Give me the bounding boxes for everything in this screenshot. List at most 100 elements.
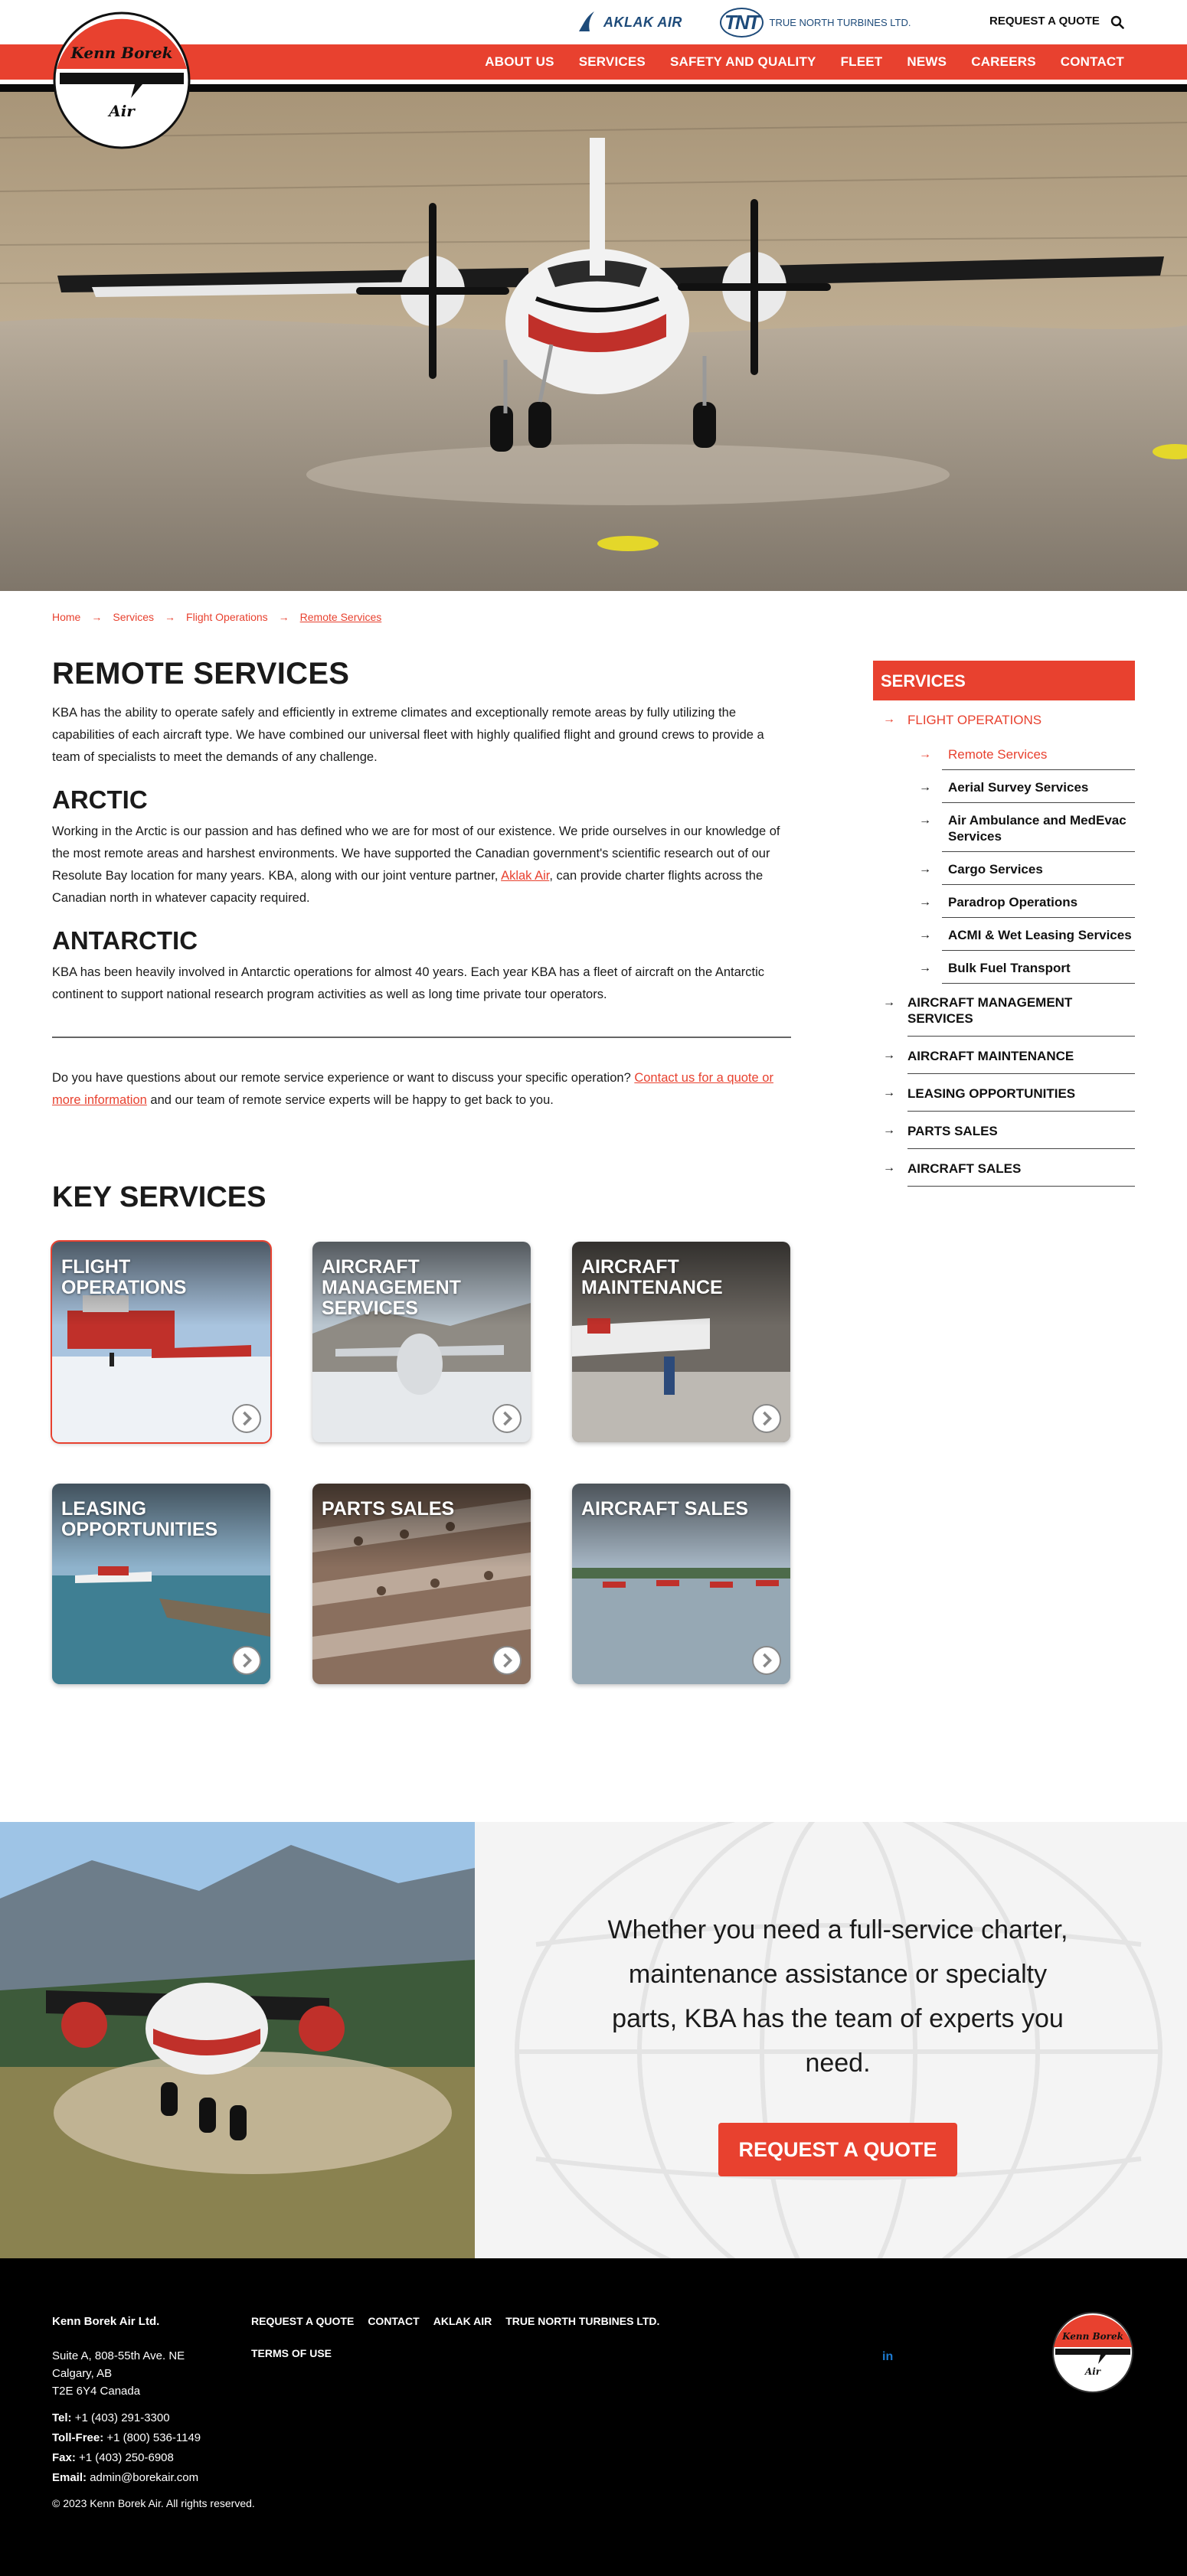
card-aircraft-maintenance[interactable]: AIRCRAFT MAINTENANCE (572, 1242, 790, 1442)
sidebar-item-label: LEASING OPPORTUNITIES (907, 1086, 1076, 1101)
sidebar-item-aircraft-maintenance[interactable]: → AIRCRAFT MAINTENANCE (883, 1037, 1135, 1074)
chevron-right-icon[interactable] (752, 1404, 781, 1433)
nav-careers[interactable]: CAREERS (971, 54, 1036, 70)
tel-link[interactable]: +1 (403) 291-3300 (75, 2411, 170, 2424)
card-shade (312, 1484, 531, 1568)
arctic-heading: ARCTIC (52, 785, 148, 814)
request-quote-link[interactable]: REQUEST A QUOTE (989, 15, 1100, 28)
address-line: T2E 6Y4 Canada (52, 2385, 141, 2398)
cta-section: Whether you need a full-service charter,… (0, 1822, 1187, 2258)
linkedin-icon[interactable]: in (882, 2350, 893, 2364)
aklak-air-label: AKLAK AIR (603, 14, 682, 30)
sidebar-item-label: ACMI & Wet Leasing Services (948, 928, 1132, 942)
card-aircraft-sales[interactable]: AIRCRAFT SALES (572, 1484, 790, 1684)
request-quote-button[interactable]: REQUEST A QUOTE (718, 2123, 957, 2176)
true-north-turbines-label: TRUE NORTH TURBINES LTD. (769, 16, 911, 28)
tollfree-label: Toll-Free: (52, 2431, 104, 2444)
footer-link-contact[interactable]: CONTACT (368, 2315, 419, 2327)
sidebar-item-air-ambulance[interactable]: → Air Ambulance and MedEvac Services (919, 803, 1135, 852)
breadcrumb: Home → Services → Flight Operations → Re… (52, 611, 381, 623)
card-parts-sales[interactable]: PARTS SALES (312, 1484, 531, 1684)
arrow-icon: → (919, 863, 931, 876)
sidebar-item-label: Aerial Survey Services (948, 780, 1089, 795)
sidebar-item-leasing[interactable]: → LEASING OPPORTUNITIES (883, 1074, 1135, 1112)
arrow-icon: → (919, 962, 931, 975)
sidebar-item-label: Bulk Fuel Transport (948, 961, 1071, 975)
aklak-air-inline-link[interactable]: Aklak Air (501, 869, 549, 883)
breadcrumb-services[interactable]: Services (113, 611, 154, 623)
email-link[interactable]: admin@borekair.com (90, 2471, 198, 2484)
sidebar-item-aerial-survey[interactable]: → Aerial Survey Services (919, 770, 1135, 803)
arrow-icon: → (919, 814, 931, 827)
sidebar-item-remote-services[interactable]: → Remote Services (919, 737, 1135, 770)
arrow-icon: → (883, 1161, 895, 1174)
footer-copyright: © 2023 Kenn Borek Air. All rights reserv… (52, 2497, 255, 2509)
intro-paragraph: KBA has the ability to operate safely an… (52, 706, 764, 764)
logo-text-air: Air (107, 102, 136, 120)
arrow-icon: → (919, 781, 931, 794)
nav-news[interactable]: NEWS (907, 54, 947, 70)
page-title: REMOTE SERVICES (52, 657, 350, 691)
card-aircraft-management[interactable]: AIRCRAFT MANAGEMENT SERVICES (312, 1242, 531, 1442)
nav-services[interactable]: SERVICES (579, 54, 646, 70)
footer-link-aklak-air[interactable]: AKLAK AIR (433, 2315, 492, 2327)
sidebar-item-label: Air Ambulance and MedEvac Services (948, 813, 1127, 844)
sidebar-item-paradrop[interactable]: → Paradrop Operations (919, 885, 1135, 918)
sidebar-item-parts-sales[interactable]: → PARTS SALES (883, 1112, 1135, 1149)
chevron-right-icon[interactable] (752, 1646, 781, 1675)
chevron-right-icon[interactable] (492, 1404, 522, 1433)
arrow-icon: → (883, 996, 895, 1009)
footer-fax: Fax: +1 (403) 250-6908 (52, 2448, 201, 2468)
footer-link-true-north-turbines[interactable]: TRUE NORTH TURBINES LTD. (505, 2315, 659, 2327)
arrow-icon: → (883, 1124, 895, 1137)
sidebar-item-aircraft-management[interactable]: → AIRCRAFT MANAGEMENT SERVICES (883, 984, 1135, 1037)
search-icon[interactable] (1110, 15, 1124, 29)
breadcrumb-home[interactable]: Home (52, 611, 80, 623)
footer-tel: Tel: +1 (403) 291-3300 (52, 2408, 201, 2428)
footer-logo[interactable]: Kenn Borek Air (1051, 2310, 1135, 2395)
footer-link-terms[interactable]: TERMS OF USE (251, 2347, 332, 2359)
true-north-turbines-link[interactable]: TNT TRUE NORTH TURBINES LTD. (720, 6, 911, 38)
email-label: Email: (52, 2471, 87, 2484)
chevron-right-icon[interactable] (232, 1646, 261, 1675)
sidebar-item-label: Cargo Services (948, 862, 1043, 877)
tollfree-link[interactable]: +1 (800) 536-1149 (106, 2431, 201, 2444)
card-shade (572, 1484, 790, 1568)
card-leasing-opportunities[interactable]: LEASING OPPORTUNITIES (52, 1484, 270, 1684)
footer-link-request-quote[interactable]: REQUEST A QUOTE (251, 2315, 354, 2327)
site-logo[interactable]: Kenn Borek Air (51, 8, 193, 153)
breadcrumb-remote-services[interactable]: Remote Services (300, 611, 382, 623)
footer-logo-text-kenn-borek: Kenn Borek (1061, 2331, 1123, 2342)
sidebar-item-label: AIRCRAFT SALES (907, 1161, 1022, 1176)
sidebar-item-flight-operations[interactable]: → FLIGHT OPERATIONS (883, 700, 1135, 737)
footer-email: Email: admin@borekair.com (52, 2468, 201, 2488)
sidebar-item-aircraft-sales[interactable]: → AIRCRAFT SALES (883, 1149, 1135, 1187)
nav-contact[interactable]: CONTACT (1061, 54, 1124, 70)
arrow-icon: → (919, 929, 931, 942)
sidebar-item-cargo[interactable]: → Cargo Services (919, 852, 1135, 885)
sidebar-item-bulk-fuel[interactable]: → Bulk Fuel Transport (919, 951, 1135, 984)
cta-message: Whether you need a full-service charter,… (607, 1915, 1068, 2078)
divider (52, 1037, 791, 1038)
card-flight-operations[interactable]: FLIGHT OPERATIONS (51, 1240, 272, 1444)
arrow-icon: → (883, 713, 895, 726)
arrow-icon: → (883, 1086, 895, 1099)
contact-paragraph: Do you have questions about our remote s… (52, 1067, 791, 1112)
nav-fleet[interactable]: FLEET (841, 54, 883, 70)
breadcrumb-arrow-icon: → (165, 611, 176, 623)
antarctic-paragraph: KBA has been heavily involved in Antarct… (52, 965, 765, 1001)
nav-about-us[interactable]: ABOUT US (485, 54, 554, 70)
card-label: LEASING OPPORTUNITIES (61, 1498, 218, 1540)
sidebar-heading[interactable]: SERVICES (873, 661, 1135, 700)
contact-text-end: and our team of remote service experts w… (146, 1093, 554, 1107)
footer-company-name: Kenn Borek Air Ltd. (52, 2315, 160, 2328)
nav-safety-and-quality[interactable]: SAFETY AND QUALITY (670, 54, 816, 70)
footer-tollfree: Toll-Free: +1 (800) 536-1149 (52, 2428, 201, 2448)
breadcrumb-flight-operations[interactable]: Flight Operations (186, 611, 268, 623)
aklak-air-link[interactable]: AKLAK AIR (576, 6, 682, 38)
breadcrumb-arrow-icon: → (91, 611, 103, 623)
chevron-right-icon[interactable] (492, 1646, 522, 1675)
sidebar-item-acmi-wet-leasing[interactable]: → ACMI & Wet Leasing Services (919, 918, 1135, 951)
sidebar-item-label: Paradrop Operations (948, 895, 1078, 909)
chevron-right-icon[interactable] (232, 1404, 261, 1433)
